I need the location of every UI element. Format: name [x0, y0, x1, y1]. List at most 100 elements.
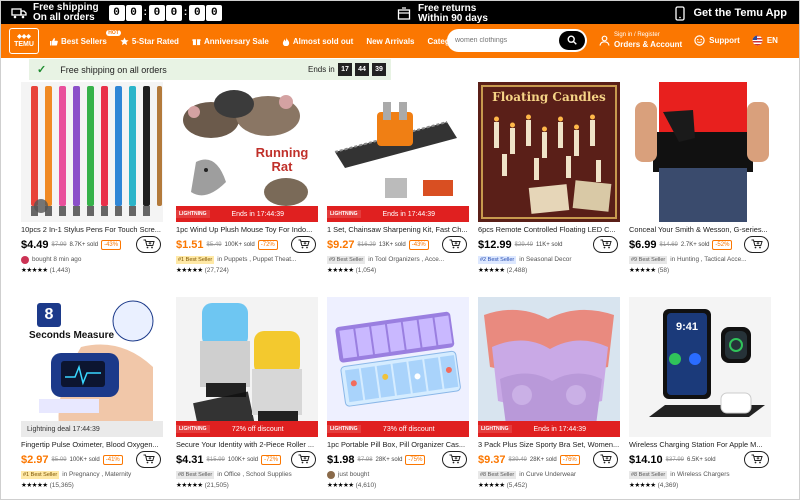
search-input[interactable] [455, 37, 559, 44]
product-price: $9.27 [327, 239, 355, 251]
account-menu[interactable]: Sign in / Register Orders & Account [599, 31, 682, 49]
sold-count: 28K+ sold [529, 457, 557, 463]
add-to-cart-button[interactable] [593, 451, 618, 468]
timer-digit: 0 [206, 4, 223, 21]
account-orders-label: Orders & Account [614, 40, 683, 49]
flash-sale-text: Ends in 17:44:39 [231, 210, 285, 218]
add-to-cart-button[interactable] [291, 451, 316, 468]
product-image-chainsaw-kit[interactable]: LIGHTNING Ends in 17:44:39 [327, 82, 469, 222]
product-card[interactable]: 8 Seconds Measure Lightning deal 17:44:3… [21, 297, 163, 489]
product-card[interactable]: Conceal Your Smith & Wesson, G-series...… [629, 82, 771, 274]
product-card[interactable]: LIGHTNING 72% off discount Secure Your Id… [176, 297, 318, 489]
review-count: (4,610) [355, 482, 377, 489]
nav-anniversary-sale[interactable]: Anniversary Sale [192, 37, 269, 46]
countdown-seconds: 39 [372, 63, 386, 76]
nav-label: Almost sold out [292, 36, 354, 46]
product-price: $9.37 [478, 454, 506, 466]
cart-icon [751, 451, 763, 469]
add-to-cart-button[interactable] [744, 451, 769, 468]
product-image-wireless-charger[interactable]: 9:41 [629, 297, 771, 437]
product-card[interactable]: LIGHTNING 73% off discount 1pc Portable P… [327, 297, 469, 489]
ends-in-label: Ends in [308, 65, 335, 74]
product-title[interactable]: 6pcs Remote Controlled Floating LED C... [478, 225, 620, 235]
discount-badge: -72% [257, 240, 278, 250]
product-title[interactable]: 1pc Portable Pill Box, Pill Organizer Ca… [327, 440, 469, 450]
product-image-pill-box[interactable]: LIGHTNING 73% off discount [327, 297, 469, 437]
product-meta: in Pregnancy , Maternity [62, 471, 132, 478]
best-seller-badge: #8 Best Seller [478, 470, 517, 479]
product-image-plush-mouse[interactable]: Running Rat LIGHTNING Ends in 17:44:39 [176, 82, 318, 222]
product-card[interactable]: 10pcs 2 In-1 Stylus Pens For Touch Scre.… [21, 82, 163, 274]
product-card[interactable]: LIGHTNING Ends in 17:44:39 3 Pack Plus Si… [478, 297, 620, 489]
product-image-stylus-pens[interactable] [21, 82, 163, 222]
product-title[interactable]: Fingertip Pulse Oximeter, Blood Oxygen..… [21, 440, 163, 450]
get-app-link[interactable]: Get the Temu App [672, 5, 787, 21]
lightning-deal-logo: LIGHTNING [176, 425, 210, 433]
user-icon [599, 35, 610, 46]
add-to-cart-button[interactable] [136, 236, 161, 253]
add-to-cart-button[interactable] [291, 236, 316, 253]
review-count: (21,505) [204, 482, 229, 489]
product-image-identity-roller[interactable]: LIGHTNING 72% off discount [176, 297, 318, 437]
star-rating: ★★★★★ [629, 482, 656, 489]
search-bar [447, 29, 587, 52]
original-price: $7.98 [357, 457, 373, 463]
product-title[interactable]: 10pcs 2 In-1 Stylus Pens For Touch Scre.… [21, 225, 163, 235]
nav-five-star[interactable]: 5-Star Rated [120, 37, 179, 46]
product-title[interactable]: Conceal Your Smith & Wesson, G-series... [629, 225, 771, 235]
star-rating: ★★★★★ [478, 482, 505, 489]
product-price: $14.10 [629, 454, 663, 466]
sold-count: 28K+ sold [375, 457, 403, 463]
free-shipping-promo[interactable]: Free shipping On all orders [11, 2, 99, 23]
sold-count: 13K+ sold [378, 242, 406, 248]
original-price: $5.09 [51, 457, 67, 463]
timer-digit: 0 [125, 4, 142, 21]
product-card[interactable]: Floating Candles 6pcs Remote Controlled … [478, 82, 620, 274]
temu-logo[interactable]: ◆◆◆ TEMU [9, 28, 39, 54]
product-meta: bought 8 min ago [32, 256, 82, 263]
product-title[interactable]: Secure Your Identity with 2-Piece Roller… [176, 440, 318, 450]
add-to-cart-button[interactable] [442, 451, 467, 468]
nav-right-group: Sign in / Register Orders & Account Supp… [599, 31, 790, 49]
product-card[interactable]: Running Rat LIGHTNING Ends in 17:44:39 1p… [176, 82, 318, 274]
product-card[interactable]: 9:41 Wireless Charging Station For Apple… [629, 297, 771, 489]
support-link[interactable]: Support [694, 34, 740, 46]
product-title[interactable]: Wireless Charging Station For Apple M... [629, 440, 771, 450]
nav-best-sellers[interactable]: Best Sellers HOT [49, 29, 121, 46]
flash-sale-bar: LIGHTNING Ends in 17:44:39 [478, 421, 620, 437]
promo-countdown: 0 0 : 0 0 : 0 0 [108, 4, 223, 21]
free-returns-promo[interactable]: Free returns Within 90 days [396, 4, 488, 24]
flash-sale-text: 72% off discount [231, 425, 284, 433]
flash-sale-bar: LIGHTNING Ends in 17:44:39 [327, 206, 469, 222]
product-image-floating-candles[interactable]: Floating Candles [478, 82, 620, 222]
discount-badge: -43% [101, 240, 122, 250]
product-image-holster[interactable] [629, 82, 771, 222]
add-to-cart-button[interactable] [593, 236, 618, 253]
product-image-sporty-bra[interactable]: LIGHTNING Ends in 17:44:39 [478, 297, 620, 437]
gift-icon [192, 37, 201, 46]
product-title[interactable]: 1 Set, Chainsaw Sharpening Kit, Fast Ch.… [327, 225, 469, 235]
promo-bar: Free shipping On all orders 0 0 : 0 0 : … [1, 1, 799, 24]
product-title[interactable]: 1pc Wind Up Plush Mouse Toy For Indo... [176, 225, 318, 235]
nav-label: Anniversary Sale [203, 36, 269, 46]
product-card[interactable]: LIGHTNING Ends in 17:44:39 1 Set, Chainsa… [327, 82, 469, 274]
language-selector[interactable]: EN [752, 35, 778, 46]
add-to-cart-button[interactable] [744, 236, 769, 253]
star-rating: ★★★★★ [21, 267, 48, 274]
best-seller-badge: #1 Best Seller [176, 255, 215, 264]
star-rating: ★★★★★ [327, 267, 354, 274]
logo-icon: ◆◆◆ [17, 34, 31, 40]
product-image-pulse-oximeter[interactable]: 8 Seconds Measure Lightning deal 17:44:3… [21, 297, 163, 437]
buyer-avatar [327, 470, 335, 479]
product-image-overlay: Running Rat [255, 145, 309, 174]
add-to-cart-button[interactable] [136, 451, 161, 468]
add-to-cart-button[interactable] [442, 236, 467, 253]
best-seller-badge: #9 Best Seller [629, 255, 668, 264]
search-button[interactable] [559, 31, 585, 50]
nav-almost-sold-out[interactable]: Almost sold out [282, 37, 353, 46]
cart-icon [449, 236, 461, 254]
product-title[interactable]: 3 Pack Plus Size Sporty Bra Set, Women..… [478, 440, 620, 450]
checkmark-icon: ✓ [37, 64, 47, 76]
nav-new-arrivals[interactable]: New Arrivals [366, 37, 414, 46]
product-price: $1.51 [176, 239, 204, 251]
